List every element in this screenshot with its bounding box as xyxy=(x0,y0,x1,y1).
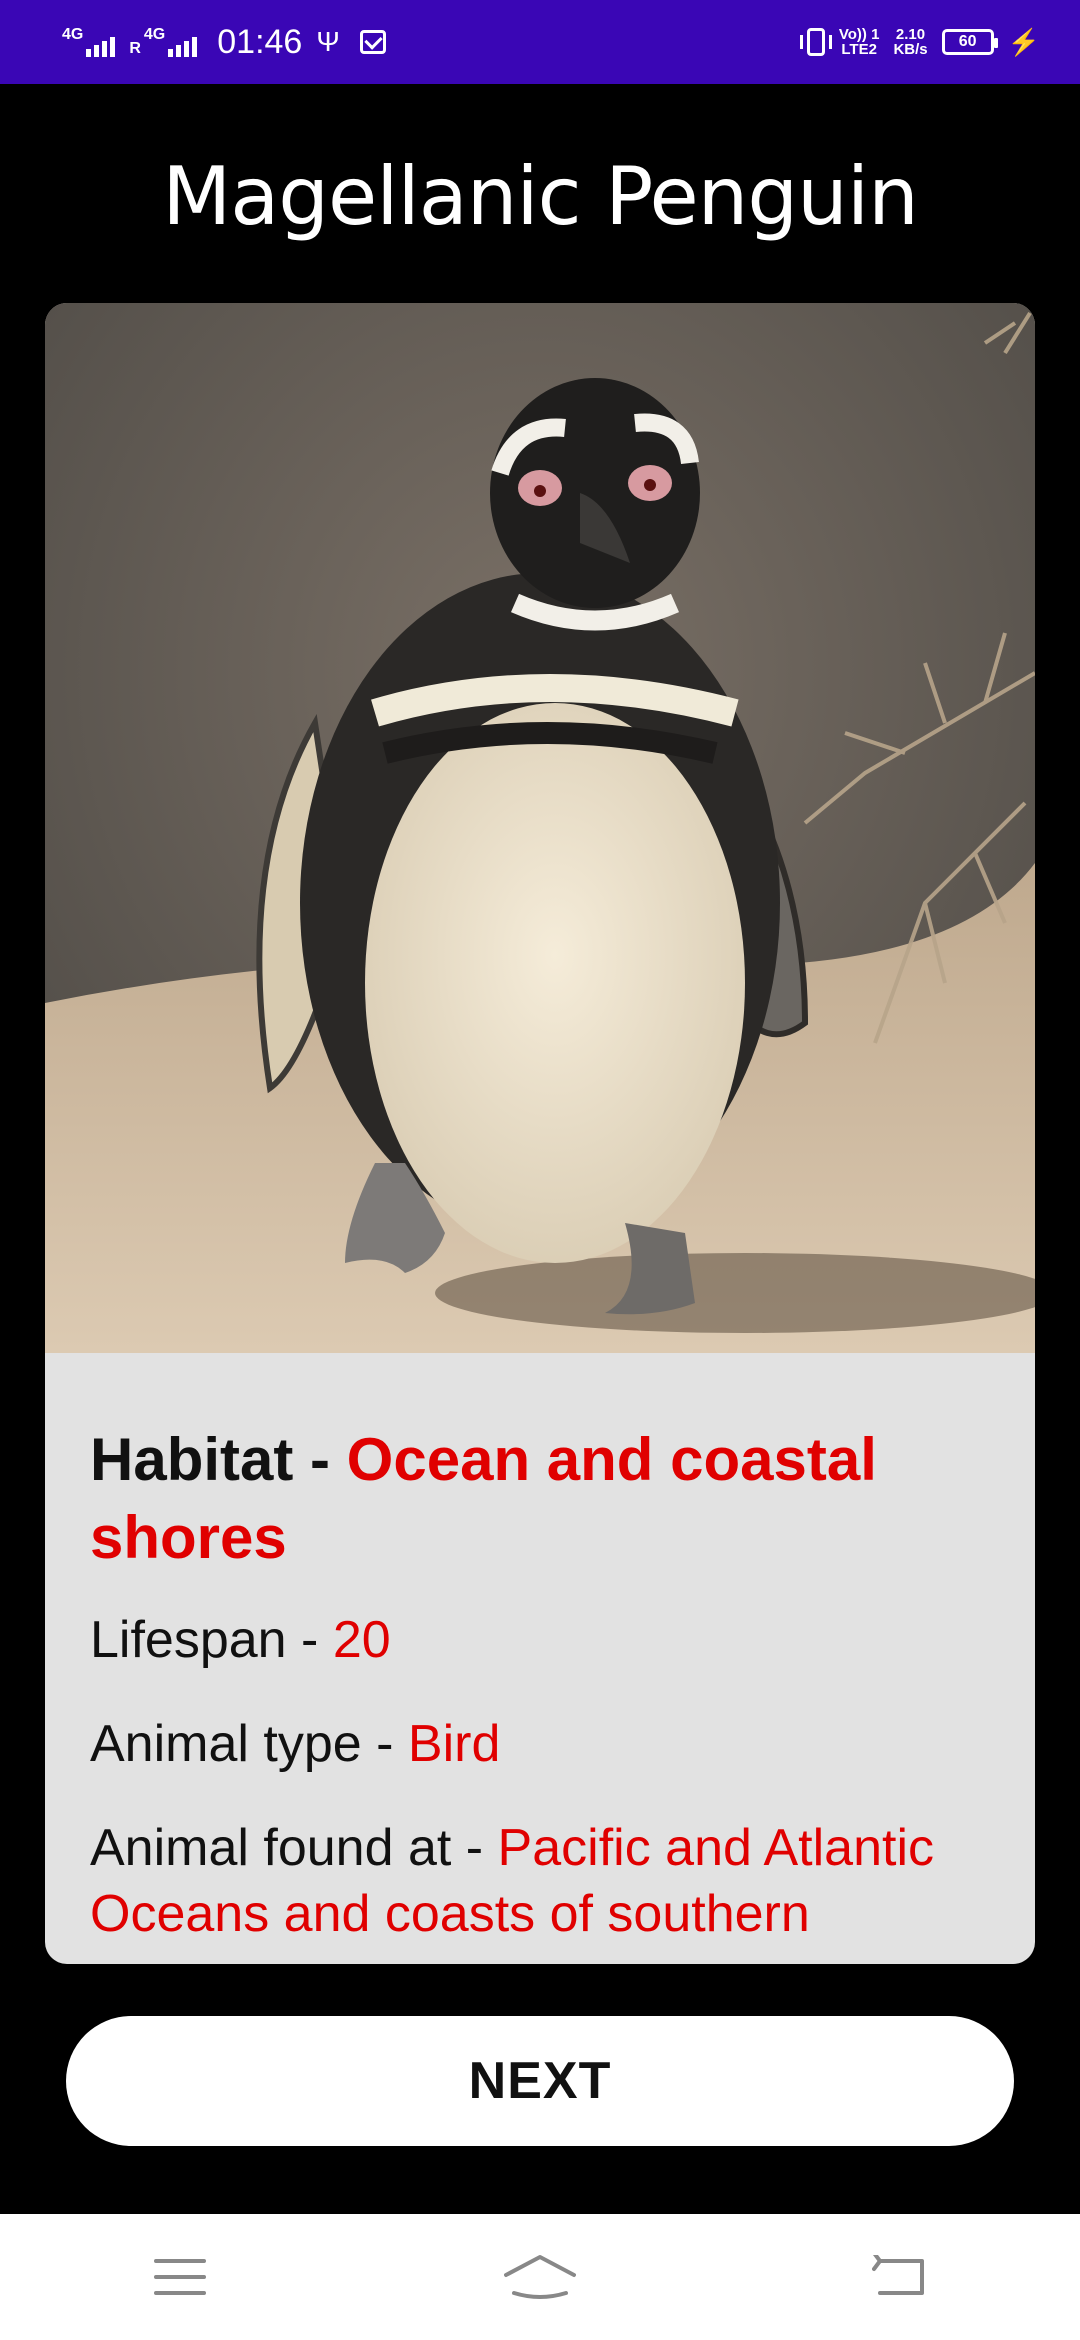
sim1-network-label: 4G xyxy=(62,26,84,43)
lifespan-value: 20 xyxy=(332,1611,391,1669)
animal-info: Habitat - Ocean and coastal shores Lifes… xyxy=(45,1353,1035,1947)
status-left: 4G R 4G 01:46 Ψ xyxy=(62,23,386,62)
lifespan-row: Lifespan - 20 xyxy=(90,1607,990,1673)
clock: 01:46 xyxy=(217,22,303,61)
speed-unit: KB/s xyxy=(893,41,928,58)
lte-label: LTE2 xyxy=(841,41,877,58)
sim2-network-label: 4G xyxy=(143,26,166,43)
network-speed: 2.10 KB/s xyxy=(893,27,927,57)
battery-icon: 60 xyxy=(941,29,998,55)
menu-icon[interactable] xyxy=(140,2247,220,2307)
animal-type-value: Bird xyxy=(407,1715,501,1773)
message-icon xyxy=(359,30,386,54)
found-at-row: Animal found at - Pacific and Atlantic O… xyxy=(90,1815,990,1947)
next-button[interactable]: NEXT xyxy=(66,2016,1014,2146)
habitat-label: Habitat - xyxy=(90,1426,347,1493)
penguin-photo xyxy=(45,303,1035,1353)
habitat-row: Habitat - Ocean and coastal shores xyxy=(90,1421,990,1577)
status-right: Vo)) 1 LTE2 2.10 KB/s 60 ⚡ xyxy=(799,26,1040,58)
battery-level: 60 xyxy=(958,33,977,50)
navigation-bar xyxy=(0,2214,1080,2340)
found-at-label: Animal found at - xyxy=(90,1819,498,1877)
home-icon[interactable] xyxy=(500,2247,580,2307)
penguin-illustration xyxy=(45,303,1035,1353)
volte-label: Vo)) 1 xyxy=(838,26,880,43)
animal-card: Habitat - Ocean and coastal shores Lifes… xyxy=(45,303,1035,1964)
lifespan-label: Lifespan - xyxy=(90,1611,333,1669)
status-bar: 4G R 4G 01:46 Ψ Vo)) 1 LTE2 2.10 KB/s 60… xyxy=(0,0,1080,84)
signal-sim1-icon: 4G xyxy=(62,26,116,57)
page-title: Magellanic Penguin xyxy=(162,150,919,243)
animal-type-label: Animal type - xyxy=(90,1715,408,1773)
animal-type-row: Animal type - Bird xyxy=(90,1711,990,1777)
signal-sim2-icon: R 4G xyxy=(129,26,198,57)
back-icon[interactable] xyxy=(860,2247,940,2307)
vibrate-icon xyxy=(799,28,832,56)
charging-icon: ⚡ xyxy=(1007,26,1040,57)
roaming-label: R xyxy=(129,40,141,57)
volte-indicator: Vo)) 1 LTE2 xyxy=(839,27,880,57)
usb-icon: Ψ xyxy=(316,26,340,57)
speed-value: 2.10 xyxy=(895,26,926,43)
